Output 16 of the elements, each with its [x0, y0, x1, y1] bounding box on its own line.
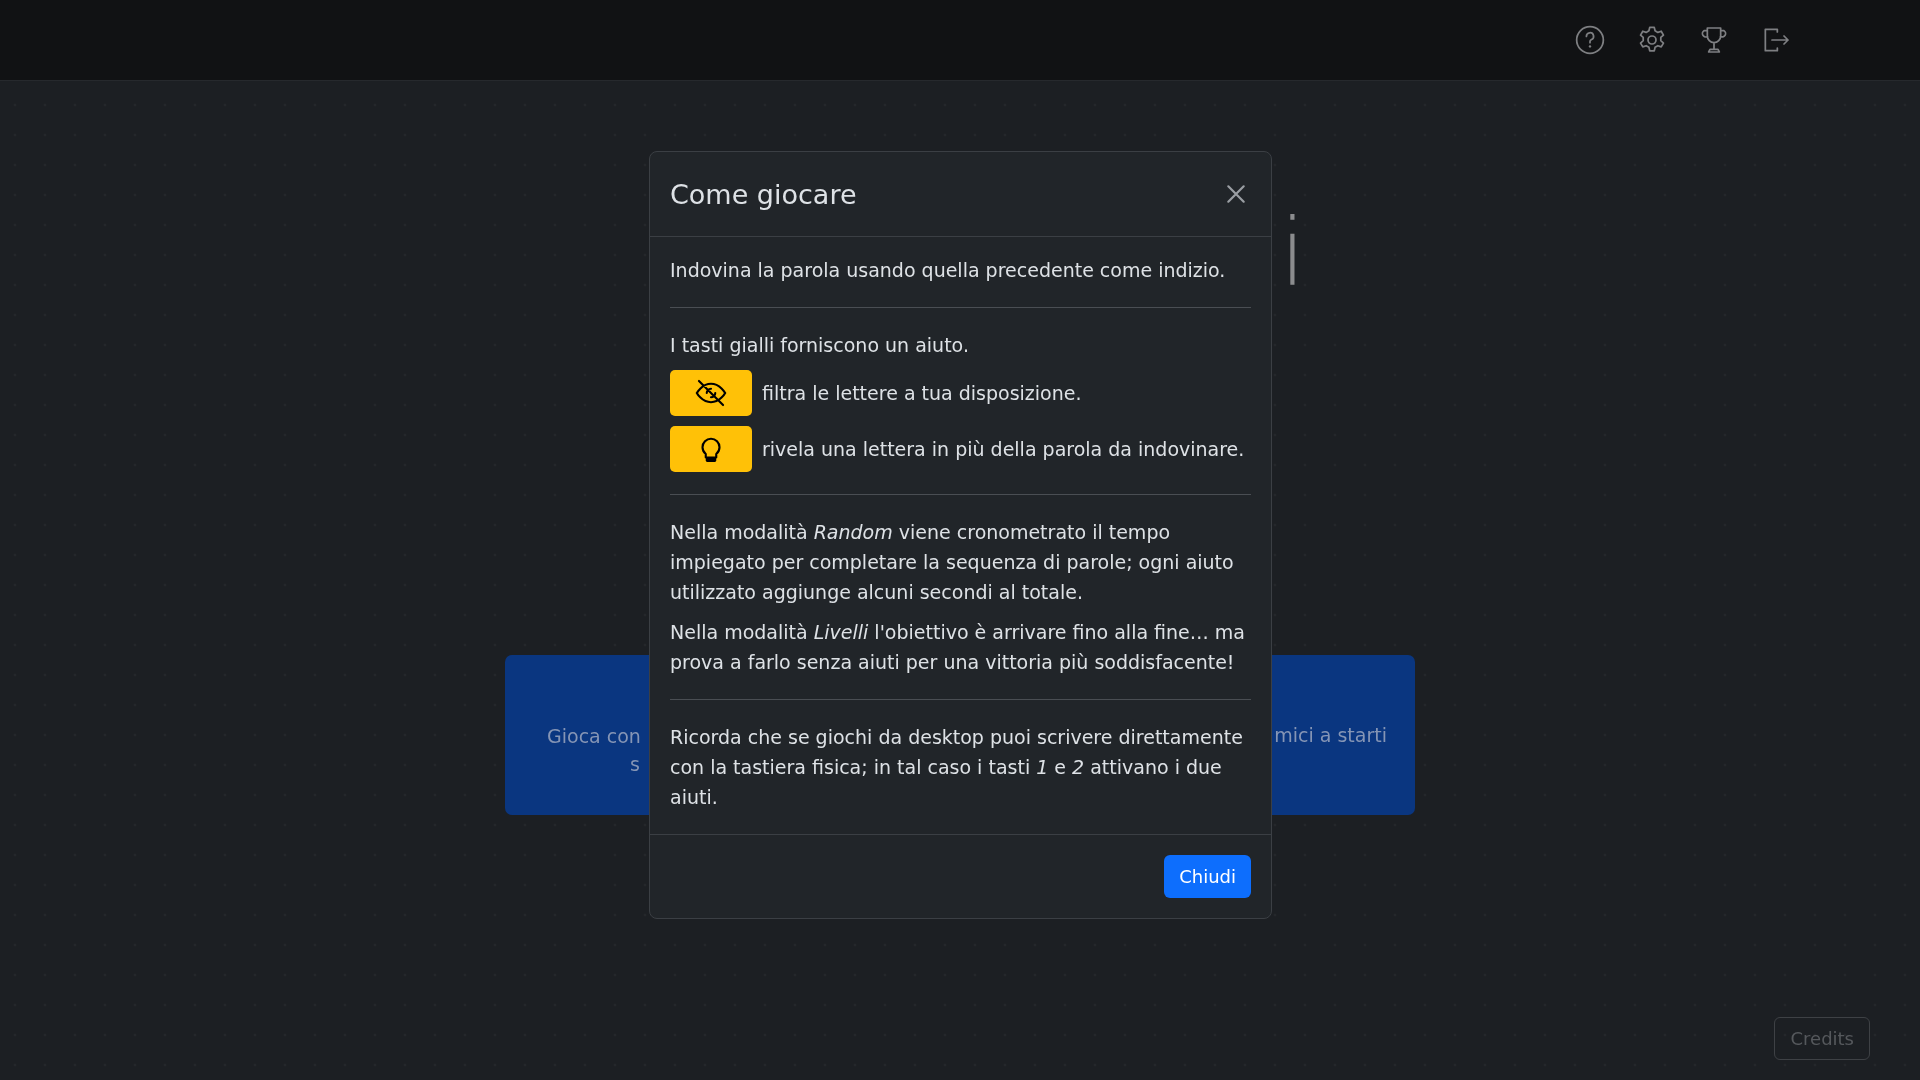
dialog-title: Come giocare: [670, 178, 857, 210]
close-button[interactable]: Chiudi: [1164, 855, 1251, 898]
card-text: mici a starti: [1274, 724, 1387, 746]
hint-description: rivela una lettera in più della parola da indovinare.: [762, 438, 1245, 460]
paragraph: Nella modalità Random viene cronometrato il tempo impiegato per completare la sequenza di parole; ogni aiuto utilizzato aggiunge alcuni secondi al totale.: [670, 520, 1235, 605]
card-text: Gioca con: [547, 725, 641, 747]
paragraph: Indovina la parola usando quella precedente come indizio.: [670, 258, 1227, 283]
paragraph: Ricorda che se giochi da desktop puoi scrivere direttamente con la tastiera fisica; in tal caso i tasti 1 e 2 attivano i due aiuti.: [670, 725, 1244, 810]
paragraph: Nella modalità Livelli l'obiettivo è arrivare fino alla fine… ma prova a farlo senza aiuti per una vittoria più soddisfacente!: [670, 620, 1246, 675]
help-icon[interactable]: [1574, 24, 1606, 56]
paragraph: I tasti gialli forniscono un aiuto.: [670, 333, 970, 358]
hint-description: filtra le lettere a tua disposizione.: [762, 382, 1082, 404]
card-text: s: [629, 753, 640, 775]
close-icon: [1225, 183, 1247, 205]
credits-button[interactable]: Credits: [1774, 1017, 1870, 1060]
title-text: i: [1280, 199, 1306, 309]
